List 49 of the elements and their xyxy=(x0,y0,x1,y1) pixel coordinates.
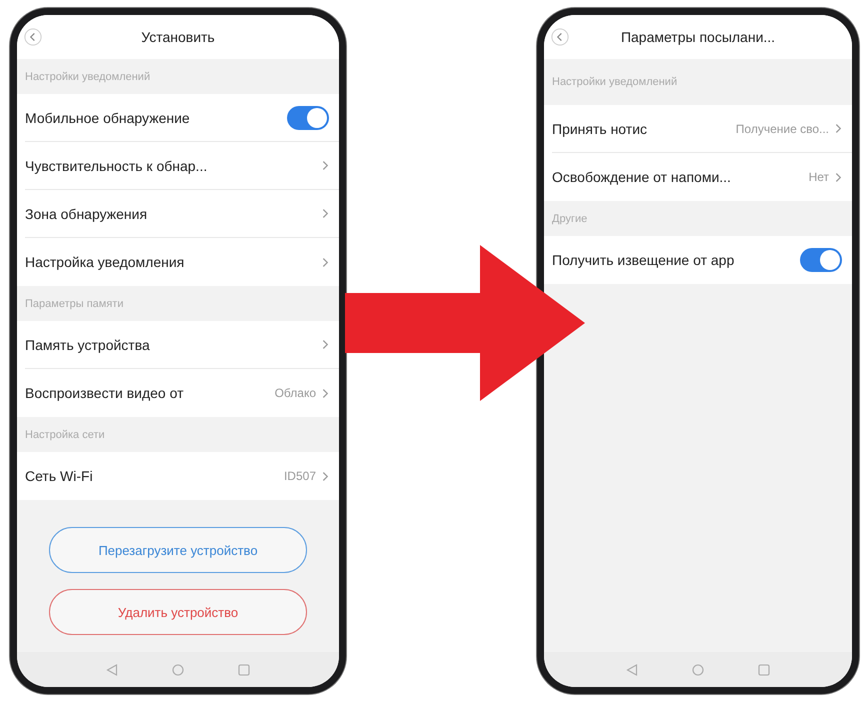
toggle-switch[interactable] xyxy=(287,106,329,130)
screen-title: Установить xyxy=(141,29,215,45)
recent-apps-icon[interactable] xyxy=(238,664,250,676)
chevron-icon xyxy=(322,388,329,398)
row-value: Получение сво... xyxy=(736,122,829,136)
settings-row[interactable]: Чувствительность к обнар... xyxy=(25,142,339,190)
section-heading: Параметры памяти xyxy=(25,298,124,310)
section-heading: Настройки уведомлений xyxy=(25,70,150,82)
toggle-switch[interactable] xyxy=(800,248,842,272)
chevron-icon xyxy=(322,256,329,268)
row-label: Настройка уведомления xyxy=(25,254,184,270)
recent-apps-icon[interactable] xyxy=(758,664,770,676)
row-label: Память устройства xyxy=(25,336,150,352)
settings-row[interactable]: Настройка уведомления xyxy=(25,238,339,286)
settings-row[interactable]: Принять нотис Получение сво... xyxy=(552,105,852,153)
row-label: Сеть Wi-Fi xyxy=(25,468,93,484)
chevron-icon xyxy=(322,470,329,482)
row-label: Освобождение от напоми... xyxy=(552,169,731,185)
settings-row[interactable]: Память устройства xyxy=(25,321,339,369)
chevron-icon xyxy=(322,208,329,219)
home-nav-icon[interactable] xyxy=(692,664,704,676)
section-heading: Настройки уведомлений xyxy=(552,76,678,88)
row-label: Принять нотис xyxy=(552,120,648,136)
section-heading: Настройка сети xyxy=(25,428,105,440)
row-value: ID507 xyxy=(284,469,316,483)
row-label: Мобильное обнаружение xyxy=(25,110,190,126)
chevron-icon xyxy=(322,339,329,350)
chevron-icon xyxy=(322,160,329,171)
row-label: Чувствительность к обнар... xyxy=(25,158,208,174)
back-icon[interactable] xyxy=(24,28,42,46)
row-value: Облако xyxy=(274,386,316,400)
settings-row[interactable]: Освобождение от напоми... Нет xyxy=(552,153,852,201)
row-label: Зона обнаружения xyxy=(25,206,148,222)
screen-title: Параметры посылани... xyxy=(620,29,776,45)
back-nav-icon[interactable] xyxy=(626,664,638,676)
back-icon[interactable] xyxy=(551,28,569,46)
chevron-icon xyxy=(835,172,842,182)
section-heading: Другие xyxy=(552,212,588,224)
delete-button[interactable]: Удалить устройство xyxy=(49,589,307,635)
restart-button[interactable]: Перезагрузите устройство xyxy=(49,527,307,573)
settings-row[interactable]: Воспроизвести видео от Облако xyxy=(25,369,339,417)
row-value: Нет xyxy=(808,170,829,184)
row-label: Получить извещение от app xyxy=(552,252,734,268)
home-nav-icon[interactable] xyxy=(172,664,184,676)
row-label: Воспроизвести видео от xyxy=(25,385,184,401)
settings-row[interactable]: Зона обнаружения xyxy=(25,190,339,238)
settings-row[interactable]: Мобильное обнаружение xyxy=(25,94,339,142)
back-nav-icon[interactable] xyxy=(106,664,118,676)
chevron-icon xyxy=(835,123,842,134)
